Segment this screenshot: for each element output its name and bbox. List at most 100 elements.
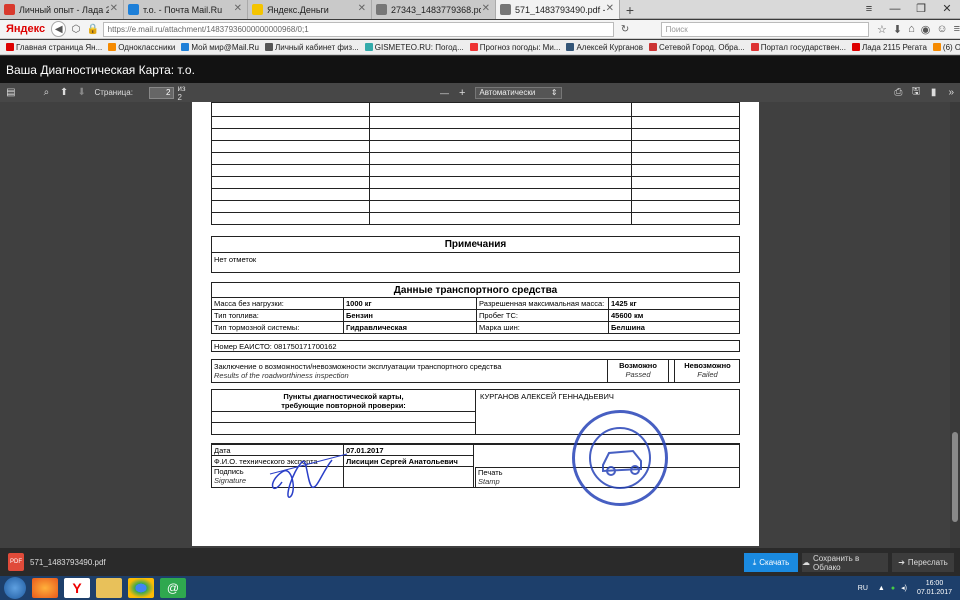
fio-value: Лисицин Сергей Анатольевич: [343, 455, 474, 467]
new-tab-button[interactable]: +: [620, 0, 640, 19]
zoom-in-button[interactable]: +: [459, 87, 465, 99]
bookmark-item[interactable]: GISMETEO.RU: Погод...: [364, 43, 464, 52]
close-icon[interactable]: ✕: [606, 3, 614, 14]
clock[interactable]: 16:00 07.01.2017: [917, 579, 952, 597]
bookmark-item[interactable]: Главная страница Ян...: [6, 43, 102, 52]
security-icon[interactable]: ●: [891, 585, 895, 592]
print-icon[interactable]: ⎙: [890, 87, 908, 98]
zoom-select[interactable]: Автоматически ⇕: [475, 86, 562, 99]
tab-label: 571_1483793490.pdf - т.о. -...: [515, 4, 605, 15]
clock-date: 07.01.2017: [916, 589, 952, 596]
yandex-browser-icon[interactable]: Y: [64, 578, 90, 598]
star-icon[interactable]: ☆: [877, 23, 887, 36]
conclusion-label: Заключение о возможности/невозможности э…: [214, 362, 502, 371]
bookmark-item[interactable]: Лада 2115 Регата: [851, 43, 927, 52]
save-to-cloud-button[interactable]: ☁ Сохранить в Облако: [802, 553, 888, 572]
save-icon[interactable]: 🖫: [907, 84, 925, 101]
bookmark-icon: [851, 43, 860, 51]
tab-favicon-icon: [252, 4, 263, 15]
bookmark-icon: [469, 43, 478, 51]
sidebar-toggle-icon[interactable]: ▤: [2, 87, 20, 98]
passed-label-en: Passed: [625, 370, 651, 379]
tab-3[interactable]: Яндекс.Деньги ✕: [248, 0, 372, 19]
notes-title: Примечания: [444, 239, 507, 250]
url-field[interactable]: https://e.mail.ru/attachment/14837936000…: [102, 21, 614, 37]
minimize-icon[interactable]: —: [882, 0, 908, 19]
clock-time: 16:00: [925, 580, 944, 587]
bookmarks-bar: Главная страница Ян... Одноклассники Мой…: [0, 40, 960, 55]
close-icon[interactable]: ✕: [358, 3, 366, 14]
attachment-filename[interactable]: 571_1483793490.pdf: [30, 558, 106, 567]
volume-icon[interactable]: ◂): [901, 584, 907, 592]
signature-scribble: [269, 453, 348, 498]
date-value: 07.01.2017: [343, 444, 474, 456]
language-indicator[interactable]: RU: [858, 585, 868, 592]
bookmark-item[interactable]: Сетевой Город. Обра...: [648, 43, 745, 52]
refresh-icon[interactable]: ↻: [618, 21, 633, 37]
field-value: Гидравлическая: [343, 321, 477, 334]
bookmark-item[interactable]: Мой мир@Mail.Ru: [181, 43, 259, 52]
conclusion-box: Заключение о возможности/невозможности э…: [211, 359, 740, 383]
scrollbar-thumb[interactable]: [952, 432, 958, 522]
menu-icon[interactable]: ≡: [856, 0, 882, 19]
tab-5[interactable]: 571_1483793490.pdf - т.о. -...✕: [496, 0, 620, 19]
download-label: Скачать: [759, 558, 790, 567]
bookmark-icon[interactable]: ▮: [925, 87, 943, 98]
bookmark-item[interactable]: (6) Одноклассники: [932, 43, 960, 52]
bookmark-icon: [932, 43, 941, 51]
bookmark-icon: [566, 43, 575, 51]
prev-page-icon[interactable]: ⬆: [55, 87, 73, 98]
extension-icon[interactable]: ◉: [921, 23, 931, 36]
tab-label: 27343_1483779368.pdf - Fw...: [391, 4, 481, 15]
repeat-cell: Пункты диагностической карты, требующие …: [212, 390, 476, 434]
emoji-icon[interactable]: ☺: [936, 23, 947, 36]
tab-1[interactable]: Личный опыт - Лада 2115✕: [0, 0, 124, 19]
close-icon[interactable]: ✕: [482, 3, 490, 14]
search-input[interactable]: Поиск: [660, 21, 869, 37]
bookmark-item[interactable]: Прогноз погоды: Ми...: [469, 43, 560, 52]
close-window-icon[interactable]: ✕: [934, 0, 960, 19]
network-icon[interactable]: ▲: [878, 585, 885, 592]
field-label: Масса без нагрузки:: [211, 297, 344, 310]
explorer-icon[interactable]: [96, 578, 122, 598]
bookmark-item[interactable]: Портал государствен...: [750, 43, 846, 52]
chrome-icon[interactable]: [128, 578, 154, 598]
page-count: из 2: [177, 83, 186, 102]
lock-icon: 🔒: [86, 23, 100, 35]
close-icon[interactable]: ✕: [110, 3, 118, 14]
pdf-file-icon: PDF: [8, 553, 24, 571]
back-icon[interactable]: ◀: [51, 21, 67, 37]
tab-2[interactable]: т.о. - Почта Mail.Ru ✕: [124, 0, 248, 19]
bookmark-item[interactable]: Алексей Курганов: [566, 43, 643, 52]
page-title: Ваша Диагностическая Карта: т.о.: [0, 56, 960, 83]
cloud-icon: ☁: [802, 558, 810, 567]
menu-icon[interactable]: ≡: [954, 23, 960, 36]
bookmark-item[interactable]: Одноклассники: [108, 43, 175, 52]
zoom-out-button[interactable]: —: [440, 88, 449, 98]
download-icon: ⤓: [752, 557, 757, 567]
passed-cell: Возможно Passed: [607, 359, 669, 383]
scrollbar[interactable]: [950, 102, 960, 548]
bookmark-item[interactable]: Личный кабинет физ...: [264, 43, 359, 52]
firefox-icon[interactable]: [32, 578, 58, 598]
table-row: Тип топлива: Бензин Пробег ТС: 45600 км: [211, 309, 740, 322]
tab-label: т.о. - Почта Mail.Ru: [143, 4, 223, 15]
download-button[interactable]: ⤓ Скачать: [744, 553, 798, 572]
close-icon[interactable]: ✕: [234, 3, 242, 14]
maximize-icon[interactable]: ❐: [908, 0, 934, 19]
field-value: 45600 км: [608, 309, 740, 322]
page-label: Страница:: [94, 88, 133, 97]
forward-button[interactable]: ➔ Переслать: [892, 553, 954, 572]
bookmark-icon: [6, 43, 14, 51]
download-icon[interactable]: ⬇: [893, 23, 902, 36]
next-page-icon[interactable]: ⬇: [73, 87, 91, 98]
tools-icon[interactable]: »: [942, 87, 960, 98]
page-number-input[interactable]: 2: [148, 86, 175, 99]
bookmark-icon: [108, 43, 117, 51]
start-button[interactable]: [4, 577, 26, 599]
attachment-bar: PDF 571_1483793490.pdf ⤓ Скачать ☁ Сохрани…: [0, 548, 960, 576]
mailru-agent-icon[interactable]: @: [160, 578, 186, 598]
find-icon[interactable]: ⌕: [38, 87, 56, 98]
home-icon[interactable]: ⌂: [908, 23, 915, 36]
tab-4[interactable]: 27343_1483779368.pdf - Fw...✕: [372, 0, 496, 19]
